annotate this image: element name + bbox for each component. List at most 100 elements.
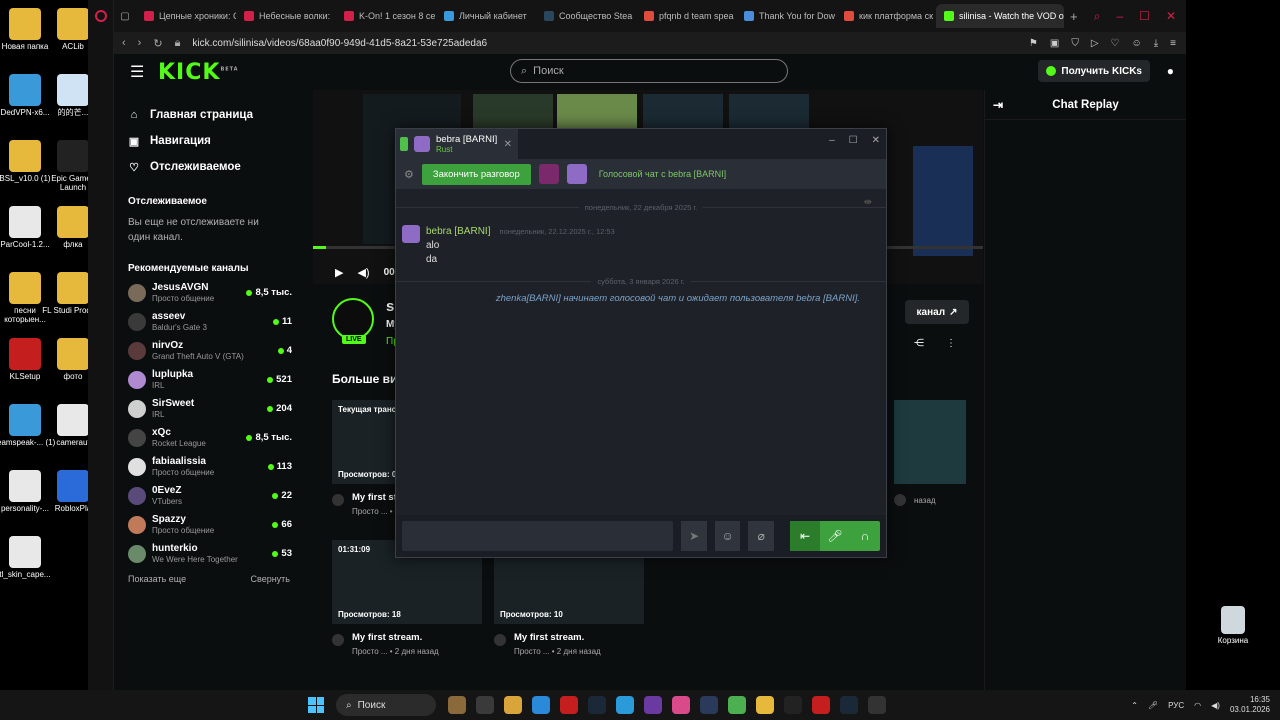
start-button[interactable]: [308, 697, 324, 713]
taskbar-app-icon[interactable]: [840, 696, 858, 714]
channel-item[interactable]: hunterkio We Were Here Together 53: [128, 539, 304, 568]
tray-chevron-icon[interactable]: ⌃: [1131, 701, 1138, 710]
taskbar-app-icon[interactable]: [728, 696, 746, 714]
browser-tab[interactable]: silinisa - Watch the VOD o✕: [936, 4, 1064, 28]
close-tab-icon[interactable]: ✕: [504, 139, 518, 150]
leave-voice-icon[interactable]: ⇤: [790, 521, 821, 551]
collapse-link[interactable]: Свернуть: [251, 574, 290, 584]
emoji-icon[interactable]: ☺: [714, 521, 741, 551]
back-icon[interactable]: ‹: [122, 37, 126, 49]
maximize-icon[interactable]: ☐: [849, 135, 858, 146]
browser-tab[interactable]: Небесные волки:: [236, 4, 336, 28]
taskbar-app-icon[interactable]: [504, 696, 522, 714]
minimize-icon[interactable]: –: [1116, 9, 1123, 24]
taskbar-app-icon[interactable]: [532, 696, 550, 714]
browser-tab[interactable]: Личный кабинет: [436, 4, 536, 28]
recycle-bin[interactable]: Корзина: [1202, 606, 1264, 646]
voice-settings-icon[interactable]: ⇼: [864, 197, 872, 208]
desktop-icon[interactable]: tl_skin_cape...: [0, 536, 56, 580]
send-icon[interactable]: ➤: [681, 521, 707, 551]
video-title[interactable]: My first stream.: [352, 632, 439, 643]
language-indicator[interactable]: РУС: [1168, 701, 1184, 710]
channel-item[interactable]: asseev Baldur's Gate 3 11: [128, 307, 304, 336]
wifi-icon[interactable]: ◠: [1194, 701, 1201, 710]
channel-item[interactable]: 0EveZ VTubers 22: [128, 481, 304, 510]
forward-icon[interactable]: ›: [138, 37, 142, 49]
attach-icon[interactable]: ⌀: [748, 521, 775, 551]
account-icon[interactable]: ☺: [1132, 38, 1142, 49]
channel-item[interactable]: xQc Rocket League 8,5 тыс.: [128, 423, 304, 452]
headphones-icon[interactable]: ∩: [850, 521, 880, 551]
end-call-button[interactable]: Закончить разговор: [421, 163, 531, 185]
taskbar-app-icon[interactable]: [588, 696, 606, 714]
browser-tab[interactable]: Цепные хроники: С: [136, 4, 236, 28]
taskbar-app-icon[interactable]: [756, 696, 774, 714]
minimize-icon[interactable]: –: [829, 135, 835, 146]
channel-button[interactable]: канал ↗: [905, 300, 969, 324]
clock[interactable]: 16:35 03.01.2026: [1230, 695, 1270, 716]
gear-icon[interactable]: ⚙: [404, 168, 414, 181]
opera-logo-icon[interactable]: [94, 10, 107, 22]
new-tab-icon[interactable]: +: [1064, 9, 1084, 24]
nav-item[interactable]: ▣ Навигация: [128, 128, 304, 154]
channel-item[interactable]: JesusAVGN Просто общение 8,5 тыс.: [128, 278, 304, 307]
channel-item[interactable]: Spazzy Просто общение 66: [128, 510, 304, 539]
taskbar-search[interactable]: ⌕ Поиск: [336, 694, 436, 716]
channel-item[interactable]: nirvOz Grand Theft Auto V (GTA) 4: [128, 336, 304, 365]
share-icon[interactable]: ⋲: [914, 338, 924, 349]
reload-icon[interactable]: ↻: [153, 37, 162, 50]
video-card[interactable]: назад: [894, 400, 966, 506]
steam-chat-tab[interactable]: bebra [BARNI] Rust ✕: [396, 129, 518, 159]
taskbar-app-icon[interactable]: [644, 696, 662, 714]
get-kicks-button[interactable]: Получить KICKs: [1038, 60, 1150, 82]
hamburger-icon[interactable]: ☰: [130, 62, 144, 82]
channel-item[interactable]: luplupka IRL 521: [128, 365, 304, 394]
kick-logo[interactable]: KICKBETA: [158, 60, 239, 85]
channel-item[interactable]: SirSweet IRL 204: [128, 394, 304, 423]
nav-item[interactable]: ♡ Отслеживаемое: [128, 154, 304, 180]
chat-input[interactable]: [402, 521, 674, 551]
taskbar-app-icon[interactable]: [672, 696, 690, 714]
profile-icon[interactable]: ●: [1167, 64, 1174, 78]
browser-tab[interactable]: кик платформа ск: [836, 4, 936, 28]
tab-menu-icon[interactable]: ▢: [114, 11, 136, 22]
video-thumbnail[interactable]: [894, 400, 966, 484]
streamer-avatar[interactable]: LIVE: [332, 298, 374, 344]
maximize-icon[interactable]: ☐: [1139, 9, 1150, 24]
taskbar-app-icon[interactable]: [616, 696, 634, 714]
browser-tab[interactable]: Сообщество Stea: [536, 4, 636, 28]
taskbar-app-icon[interactable]: [560, 696, 578, 714]
taskbar-app-icon[interactable]: [784, 696, 802, 714]
bookmark-icon[interactable]: ⚑: [1029, 38, 1038, 49]
shield-icon[interactable]: ⛉: [1071, 38, 1079, 49]
close-icon[interactable]: ✕: [872, 135, 880, 146]
volume-icon[interactable]: ◀): [357, 266, 369, 279]
download-icon[interactable]: ⤓: [1154, 38, 1158, 49]
microphone-icon[interactable]: 🎤︎: [820, 521, 850, 551]
browser-tab[interactable]: K-On! 1 сезон 8 се: [336, 4, 436, 28]
browser-tab[interactable]: Thank You for Dow: [736, 4, 836, 28]
taskbar-app-icon[interactable]: [476, 696, 494, 714]
heart-icon[interactable]: ♡: [1111, 38, 1120, 49]
taskbar-app-icon[interactable]: [812, 696, 830, 714]
taskbar-app-icon[interactable]: [700, 696, 718, 714]
nav-item[interactable]: ⌂ Главная страница: [128, 102, 304, 128]
play-icon[interactable]: ▷: [1091, 38, 1099, 49]
message-author[interactable]: bebra [BARNI]: [426, 226, 490, 237]
show-more-link[interactable]: Показать еще: [128, 574, 186, 584]
taskbar-app-icon[interactable]: [868, 696, 886, 714]
taskbar-app-icon[interactable]: [448, 696, 466, 714]
close-icon[interactable]: ✕: [1166, 9, 1176, 24]
menu-icon[interactable]: ≡: [1170, 38, 1176, 49]
url-field[interactable]: kick.com/silinisa/videos/68aa0f90-949d-4…: [192, 38, 487, 49]
search-tabs-icon[interactable]: ⌕: [1094, 9, 1101, 24]
mic-tray-icon[interactable]: 🎤︎: [1148, 701, 1158, 710]
channel-item[interactable]: fabiaalissia Просто общение 113: [128, 452, 304, 481]
play-button-icon[interactable]: ▶: [335, 266, 343, 279]
snapshot-icon[interactable]: ▣: [1050, 38, 1059, 49]
collapse-chat-icon[interactable]: ⇥: [993, 98, 1003, 112]
volume-icon[interactable]: ◀): [1211, 701, 1220, 710]
browser-tab[interactable]: pfqnb d team spea: [636, 4, 736, 28]
search-input[interactable]: ⌕ Поиск: [510, 59, 788, 83]
video-title[interactable]: My first stream.: [514, 632, 601, 643]
